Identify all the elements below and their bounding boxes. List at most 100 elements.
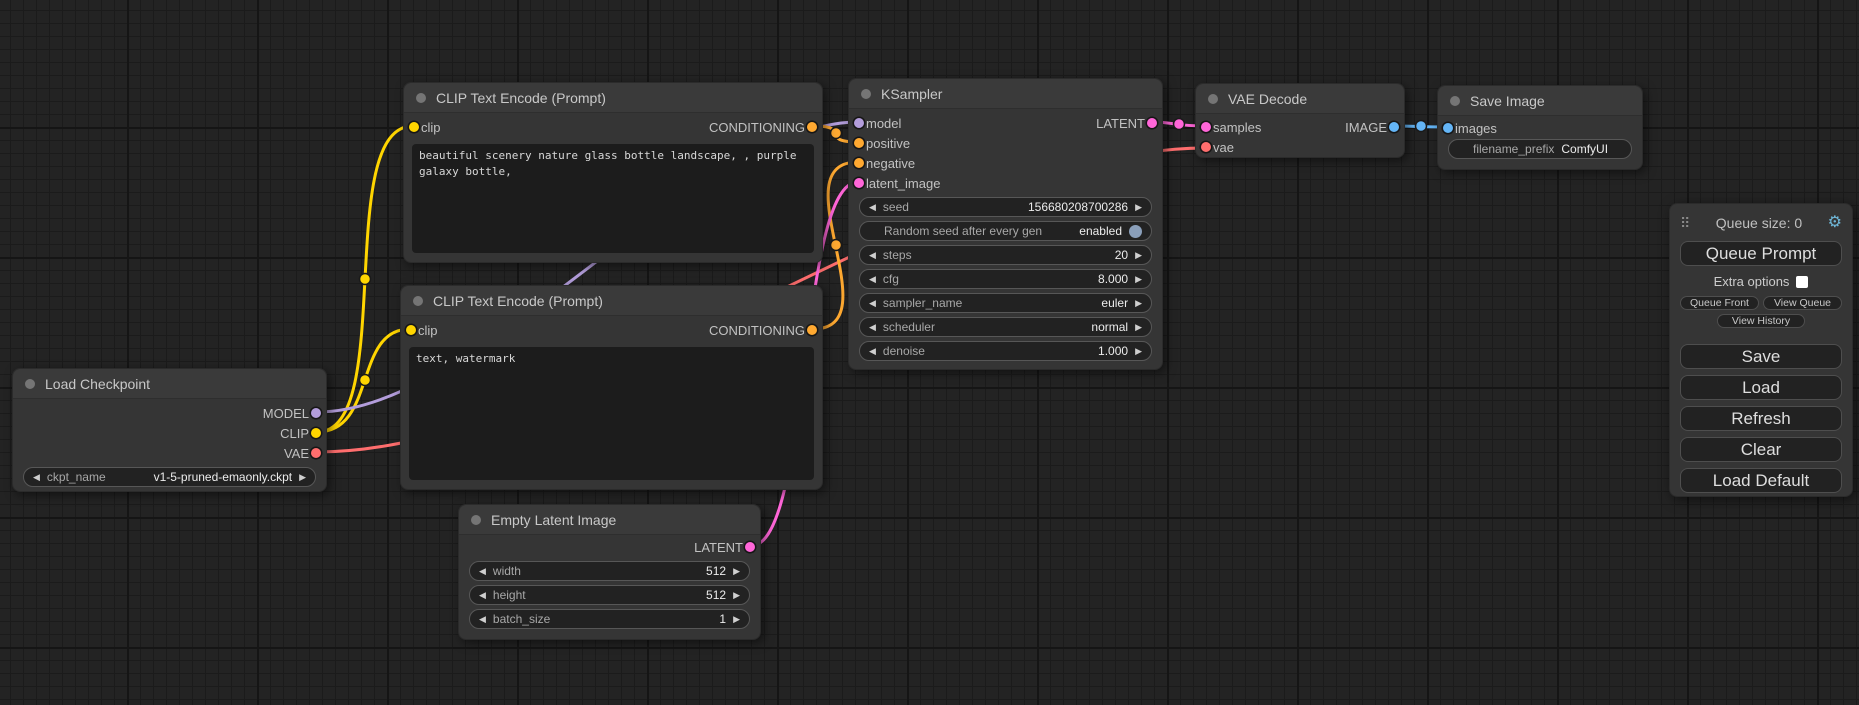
collapse-dot-icon[interactable] — [1450, 96, 1460, 106]
output-label: LATENT — [1096, 116, 1145, 131]
collapse-dot-icon[interactable] — [25, 379, 35, 389]
output-port-conditioning[interactable] — [807, 122, 817, 132]
decrement-arrow-icon[interactable]: ◀ — [869, 347, 876, 356]
node-titlebar[interactable]: KSampler — [849, 79, 1162, 109]
output-port-clip[interactable] — [311, 428, 321, 438]
node-titlebar[interactable]: CLIP Text Encode (Prompt) — [404, 83, 822, 113]
decrement-arrow-icon[interactable]: ◀ — [869, 323, 876, 332]
widget-denoise[interactable]: ◀ denoise 1.000 ▶ — [859, 341, 1152, 361]
widget-seed[interactable]: ◀ seed 156680208700286 ▶ — [859, 197, 1152, 217]
increment-arrow-icon[interactable]: ▶ — [299, 473, 306, 482]
node-title-label: Save Image — [1470, 93, 1545, 109]
node-titlebar[interactable]: Empty Latent Image — [459, 505, 760, 535]
output-label: CLIP — [280, 426, 309, 441]
decrement-arrow-icon[interactable]: ◀ — [479, 567, 486, 576]
input-port-latent-image[interactable] — [854, 178, 864, 188]
collapse-dot-icon[interactable] — [1208, 94, 1218, 104]
widget-scheduler[interactable]: ◀ scheduler normal ▶ — [859, 317, 1152, 337]
widget-value: 156680208700286 — [1028, 200, 1128, 214]
collapse-dot-icon[interactable] — [416, 93, 426, 103]
increment-arrow-icon[interactable]: ▶ — [733, 591, 740, 600]
prompt-textarea[interactable]: text, watermark — [409, 347, 814, 480]
save-button[interactable]: Save — [1680, 344, 1842, 369]
increment-arrow-icon[interactable]: ▶ — [1135, 203, 1142, 212]
link-midpoint-dot — [831, 128, 842, 139]
increment-arrow-icon[interactable]: ▶ — [1135, 275, 1142, 284]
input-label: positive — [866, 136, 910, 151]
widget-steps[interactable]: ◀ steps 20 ▶ — [859, 245, 1152, 265]
widget-random-seed[interactable]: Random seed after every gen enabled — [859, 221, 1152, 241]
widget-batch-size[interactable]: ◀ batch_size 1 ▶ — [469, 609, 750, 629]
widget-sampler-name[interactable]: ◀ sampler_name euler ▶ — [859, 293, 1152, 313]
widget-height[interactable]: ◀ height 512 ▶ — [469, 585, 750, 605]
link-midpoint-dot — [360, 375, 371, 386]
output-port-conditioning[interactable] — [807, 325, 817, 335]
increment-arrow-icon[interactable]: ▶ — [1135, 251, 1142, 260]
widget-filename-prefix[interactable]: filename_prefix ComfyUI — [1448, 139, 1632, 159]
output-port-latent[interactable] — [1147, 118, 1157, 128]
node-ksampler: KSampler model LATENT positive negative … — [848, 78, 1163, 370]
widget-value: 512 — [706, 564, 726, 578]
drag-handle-icon[interactable]: ⠿ — [1680, 215, 1690, 232]
widget-width[interactable]: ◀ width 512 ▶ — [469, 561, 750, 581]
input-port-images[interactable] — [1443, 123, 1453, 133]
node-load-checkpoint: Load Checkpoint MODEL CLIP VAE ◀ ckpt_na… — [12, 368, 327, 492]
node-title-label: CLIP Text Encode (Prompt) — [436, 90, 606, 106]
decrement-arrow-icon[interactable]: ◀ — [869, 275, 876, 284]
input-port-negative[interactable] — [854, 158, 864, 168]
decrement-arrow-icon[interactable]: ◀ — [869, 203, 876, 212]
collapse-dot-icon[interactable] — [413, 296, 423, 306]
widget-value: 512 — [706, 588, 726, 602]
increment-arrow-icon[interactable]: ▶ — [1135, 299, 1142, 308]
queue-prompt-button[interactable]: Queue Prompt — [1680, 241, 1842, 266]
widget-value: 20 — [1115, 248, 1128, 262]
input-label: clip — [421, 120, 441, 135]
node-titlebar[interactable]: CLIP Text Encode (Prompt) — [401, 286, 822, 316]
decrement-arrow-icon[interactable]: ◀ — [869, 251, 876, 260]
output-port-latent[interactable] — [745, 542, 755, 552]
view-queue-button[interactable]: View Queue — [1763, 296, 1842, 310]
gear-icon[interactable]: ⚙ — [1828, 215, 1842, 231]
decrement-arrow-icon[interactable]: ◀ — [479, 615, 486, 624]
node-empty-latent-image: Empty Latent Image LATENT ◀ width 512 ▶ … — [458, 504, 761, 640]
node-titlebar[interactable]: Load Checkpoint — [13, 369, 326, 399]
increment-arrow-icon[interactable]: ▶ — [733, 567, 740, 576]
decrement-arrow-icon[interactable]: ◀ — [869, 299, 876, 308]
refresh-button[interactable]: Refresh — [1680, 406, 1842, 431]
link-midpoint-dot — [1416, 121, 1427, 132]
link-midpoint-dot — [360, 274, 371, 285]
widget-cfg[interactable]: ◀ cfg 8.000 ▶ — [859, 269, 1152, 289]
view-history-button[interactable]: View History — [1717, 314, 1805, 328]
widget-value: 1 — [719, 612, 726, 626]
input-port-positive[interactable] — [854, 138, 864, 148]
increment-arrow-icon[interactable]: ▶ — [1135, 323, 1142, 332]
toggle-icon[interactable] — [1129, 225, 1142, 238]
increment-arrow-icon[interactable]: ▶ — [1135, 347, 1142, 356]
output-port-model[interactable] — [311, 408, 321, 418]
output-port-image[interactable] — [1389, 122, 1399, 132]
node-titlebar[interactable]: VAE Decode — [1196, 84, 1404, 114]
input-port-clip[interactable] — [409, 122, 419, 132]
collapse-dot-icon[interactable] — [861, 89, 871, 99]
input-port-samples[interactable] — [1201, 122, 1211, 132]
load-default-button[interactable]: Load Default — [1680, 468, 1842, 493]
node-titlebar[interactable]: Save Image — [1438, 86, 1642, 116]
widget-label: denoise — [883, 344, 925, 358]
output-label: VAE — [284, 446, 309, 461]
output-port-vae[interactable] — [311, 448, 321, 458]
clear-button[interactable]: Clear — [1680, 437, 1842, 462]
extra-options-checkbox[interactable] — [1796, 276, 1808, 288]
prompt-textarea[interactable]: beautiful scenery nature glass bottle la… — [412, 144, 814, 253]
decrement-arrow-icon[interactable]: ◀ — [479, 591, 486, 600]
input-label: images — [1455, 121, 1497, 136]
queue-front-button[interactable]: Queue Front — [1680, 296, 1759, 310]
input-port-clip[interactable] — [406, 325, 416, 335]
widget-ckpt-name[interactable]: ◀ ckpt_name v1-5-pruned-emaonly.ckpt ▶ — [23, 467, 316, 487]
collapse-dot-icon[interactable] — [471, 515, 481, 525]
widget-label: height — [493, 588, 526, 602]
increment-arrow-icon[interactable]: ▶ — [733, 615, 740, 624]
load-button[interactable]: Load — [1680, 375, 1842, 400]
input-port-vae[interactable] — [1201, 142, 1211, 152]
input-port-model[interactable] — [854, 118, 864, 128]
decrement-arrow-icon[interactable]: ◀ — [33, 473, 40, 482]
